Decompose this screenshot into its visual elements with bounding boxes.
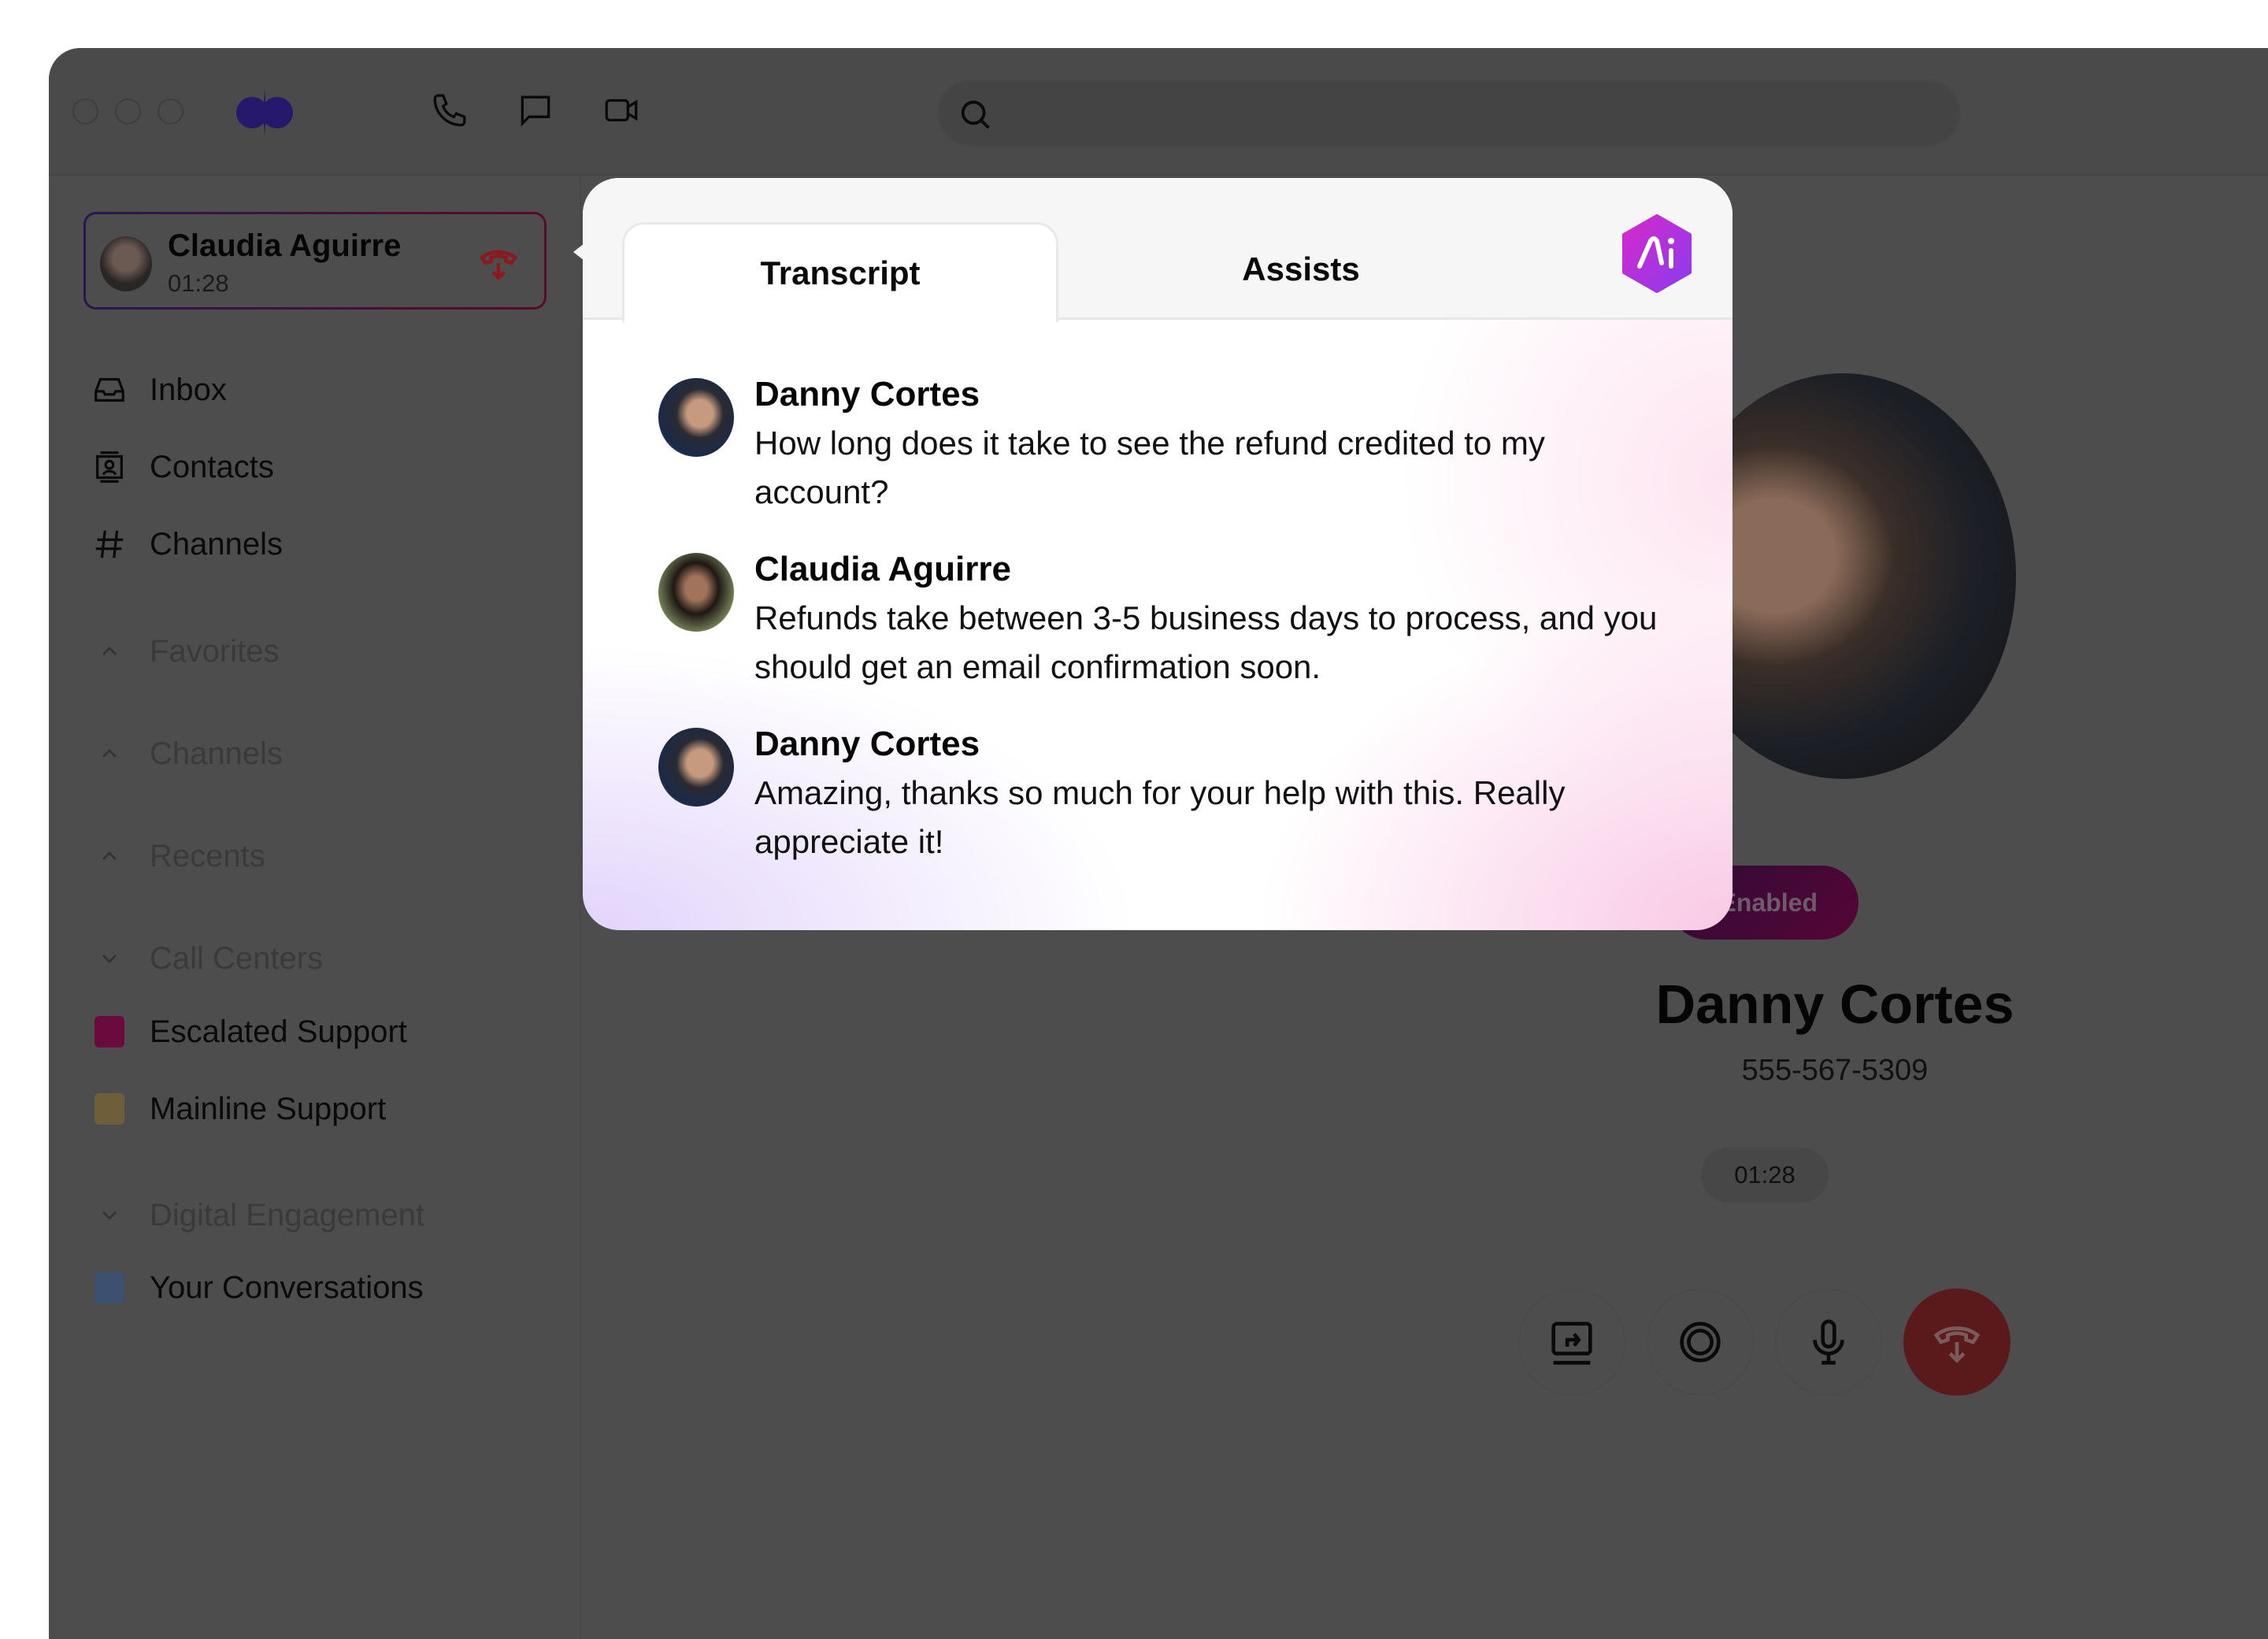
speaker-name: Danny Cortes	[754, 725, 980, 763]
message-text: How long does it take to see the refund …	[754, 425, 1545, 510]
sidebar-item-escalated-support[interactable]: Escalated Support	[90, 1008, 407, 1055]
section-call-centers[interactable]: Call Centers	[90, 935, 323, 982]
sidebar-item-label: Mainline Support	[150, 1091, 387, 1126]
section-channels[interactable]: Channels	[90, 730, 283, 777]
chevron-down-icon	[102, 955, 117, 963]
section-label: Channels	[150, 736, 284, 771]
message-text: Refunds take between 3-5 business days t…	[754, 599, 1658, 685]
speaker-name: Danny Cortes	[754, 375, 980, 413]
hash-icon	[95, 530, 124, 558]
sidebar-item-contacts[interactable]: Contacts	[90, 443, 274, 491]
section-recents[interactable]: Recents	[90, 832, 265, 880]
sidebar-item-your-conversations[interactable]: Your Conversations	[90, 1264, 424, 1311]
popup-tab-bar: Transcript Assists	[583, 178, 1732, 322]
section-label: Recents	[150, 838, 265, 873]
microphone-icon	[1813, 1319, 1844, 1365]
search-icon	[961, 100, 990, 129]
window-minimize-button[interactable]	[115, 98, 141, 124]
sidebar: Claudia Aguirre 01:28 Inbox Contacts Cha…	[49, 176, 581, 1639]
section-label: Digital Engagement	[150, 1197, 425, 1233]
chevron-down-icon	[102, 1211, 117, 1220]
transfer-button[interactable]	[1518, 1289, 1625, 1396]
contact-name: Danny Cortes	[1655, 973, 2014, 1035]
sidebar-item-inbox[interactable]: Inbox	[90, 366, 227, 413]
search-input[interactable]	[1010, 81, 1939, 145]
phone-icon[interactable]	[430, 91, 469, 130]
sidebar-item-label: Channels	[150, 526, 284, 562]
status-badge-label: Enabled	[1719, 888, 1818, 917]
record-icon	[1680, 1322, 1721, 1363]
message-text: Amazing, thanks so much for your help wi…	[754, 774, 1566, 860]
section-favorites[interactable]: Favorites	[90, 628, 280, 675]
record-button[interactable]	[1647, 1289, 1754, 1396]
sidebar-item-mainline-support[interactable]: Mainline Support	[90, 1085, 386, 1133]
call-timer: 01:28	[1701, 1148, 1829, 1203]
tab-transcript[interactable]: Transcript	[622, 222, 1058, 322]
section-label: Call Centers	[150, 940, 324, 976]
window-close-button[interactable]	[72, 98, 98, 124]
chevron-up-icon	[102, 851, 117, 860]
video-icon[interactable]	[602, 91, 641, 130]
hangup-icon[interactable]	[476, 241, 521, 285]
color-swatch	[94, 1016, 124, 1048]
section-digital-engagement[interactable]: Digital Engagement	[90, 1192, 424, 1239]
active-call-name: Claudia Aguirre	[168, 228, 402, 263]
caller-avatar	[100, 236, 152, 291]
speaker-avatar	[658, 553, 734, 632]
sidebar-item-channels[interactable]: Channels	[90, 521, 283, 568]
inbox-icon	[94, 377, 124, 402]
active-call-card[interactable]: Claudia Aguirre 01:28	[83, 212, 547, 310]
section-label: Favorites	[150, 633, 280, 669]
sidebar-item-label: Contacts	[150, 449, 274, 484]
search-bar[interactable]	[937, 80, 1961, 146]
speaker-avatar	[658, 378, 734, 457]
chevron-up-icon	[102, 647, 117, 655]
color-swatch	[94, 1272, 124, 1303]
mute-button[interactable]	[1775, 1289, 1882, 1396]
hangup-icon	[1933, 1326, 1981, 1363]
active-call-duration: 01:28	[168, 269, 229, 297]
contact-phone: 555-567-5309	[1741, 1054, 1929, 1087]
speaker-avatar	[658, 728, 734, 807]
title-bar	[49, 48, 2268, 176]
sidebar-item-label: Escalated Support	[150, 1014, 407, 1049]
window-zoom-button[interactable]	[158, 98, 183, 124]
hangup-button[interactable]	[1903, 1289, 2010, 1396]
contacts-icon	[96, 451, 123, 483]
chevron-up-icon	[102, 749, 117, 758]
tab-assists[interactable]: Assists	[1083, 219, 1519, 319]
message-icon[interactable]	[516, 91, 555, 130]
transfer-icon	[1551, 1322, 1592, 1365]
sidebar-item-label: Inbox	[150, 372, 227, 407]
sidebar-item-label: Your Conversations	[150, 1270, 424, 1305]
ai-assistant-icon[interactable]	[1621, 214, 1693, 293]
speaker-name: Claudia Aguirre	[754, 550, 1011, 588]
color-swatch	[94, 1093, 124, 1125]
dialpad-logo-icon	[236, 89, 293, 136]
transcript-popup: Transcript Assists Danny Cortes How long…	[583, 178, 1732, 930]
